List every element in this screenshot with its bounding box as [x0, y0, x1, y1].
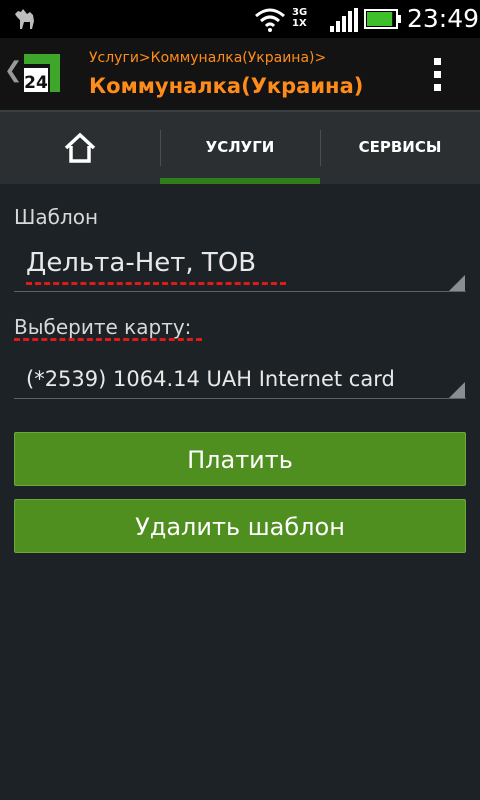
status-bar: 3G 1X 23:49	[0, 0, 480, 38]
pay-button[interactable]: Платить	[14, 432, 466, 486]
tab-services-label: УСЛУГИ	[205, 138, 275, 156]
template-underline	[14, 291, 466, 292]
camel-notification-icon	[15, 9, 34, 29]
template-label: Шаблон	[14, 205, 99, 229]
dropdown-corner-icon	[449, 382, 465, 398]
app-bar: ❮ 24 Услуги>Коммуналка(Украина)> Коммуна…	[0, 38, 480, 110]
tab-bar: УСЛУГИ СЕРВИСЫ	[0, 110, 480, 184]
tab-service-extras-label: СЕРВИСЫ	[358, 138, 442, 156]
dropdown-corner-icon	[449, 275, 465, 291]
home-icon	[64, 132, 96, 163]
network-type-indicator: 3G 1X	[292, 7, 307, 29]
clock: 23:49	[407, 4, 480, 33]
card-underline	[14, 398, 466, 399]
breadcrumb: Услуги>Коммуналка(Украина)>	[89, 50, 327, 66]
spellcheck-underline	[26, 279, 286, 285]
network-3g-label: 3G	[292, 7, 308, 18]
logo-24-text: 24	[24, 73, 48, 93]
page-title: Коммуналка(Украина)	[89, 74, 364, 98]
card-value: (*2539) 1064.14 UAH Internet card	[26, 367, 395, 391]
tab-services[interactable]: УСЛУГИ	[160, 112, 320, 184]
tab-selected-indicator	[160, 178, 320, 184]
signal-icon	[330, 8, 358, 32]
wifi-icon	[255, 8, 285, 32]
delete-template-button[interactable]: Удалить шаблон	[14, 499, 466, 553]
privat24-logo[interactable]: 24	[20, 50, 64, 96]
battery-icon	[364, 9, 401, 29]
tab-home[interactable]	[0, 112, 160, 184]
template-value: Дельта-Нет, ТОВ	[26, 248, 257, 278]
battery-level-fill	[367, 12, 393, 26]
tab-service-extras[interactable]: СЕРВИСЫ	[320, 112, 480, 184]
overflow-menu-icon[interactable]	[432, 58, 444, 92]
network-1x-label: 1X	[292, 18, 307, 29]
spellcheck-underline	[14, 335, 202, 341]
